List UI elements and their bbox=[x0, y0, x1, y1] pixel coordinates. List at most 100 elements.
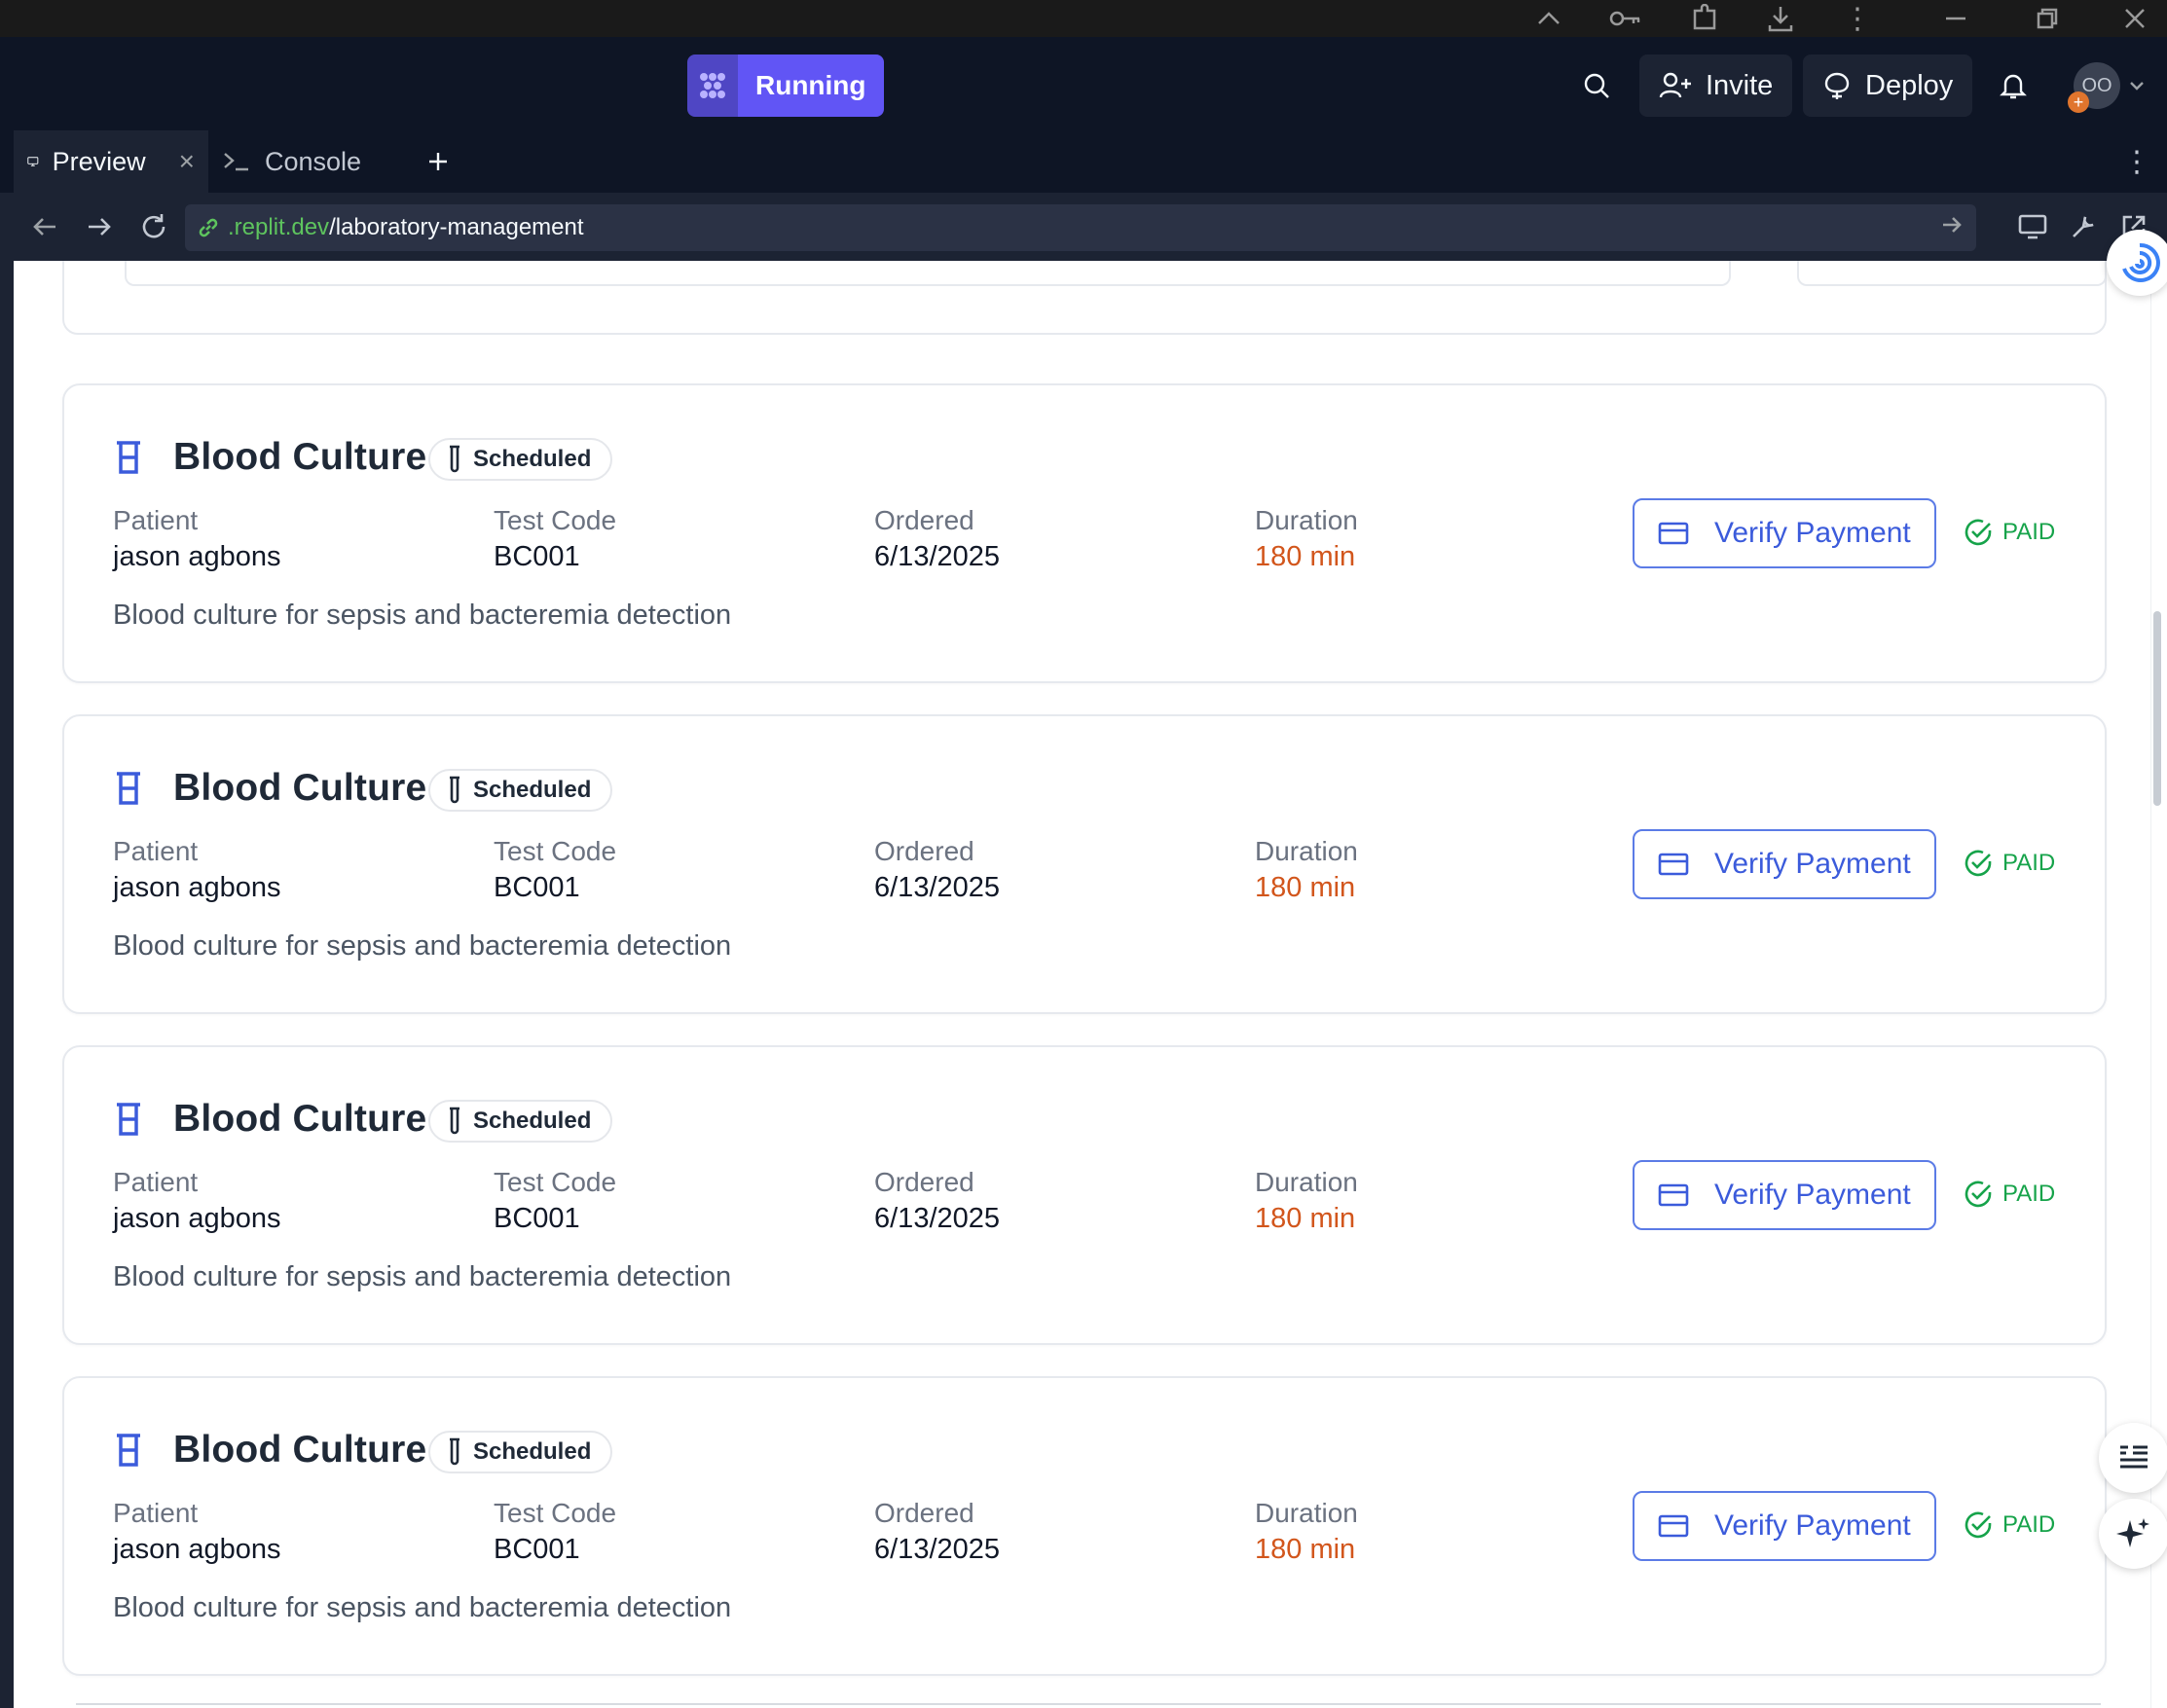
download-icon[interactable] bbox=[1764, 0, 1797, 37]
close-tab-icon[interactable]: × bbox=[179, 146, 195, 177]
duration-field: Duration 180 min bbox=[1255, 835, 1358, 907]
status-label: Scheduled bbox=[473, 777, 592, 803]
quote-list-icon[interactable] bbox=[2099, 1423, 2167, 1493]
previous-input bbox=[125, 261, 1731, 286]
more-vertical-icon[interactable]: ⋮ bbox=[1843, 0, 1872, 37]
test-code-value: BC001 bbox=[494, 872, 580, 903]
status-badge: Scheduled bbox=[428, 1431, 613, 1473]
search-icon[interactable] bbox=[1569, 55, 1624, 117]
duration-value: 180 min bbox=[1255, 541, 1356, 572]
ordered-label: Ordered bbox=[874, 836, 974, 866]
test-tube-icon bbox=[450, 776, 459, 804]
tab-preview[interactable]: Preview × bbox=[14, 130, 208, 193]
patient-value: jason agbons bbox=[113, 541, 281, 572]
next-card-edge bbox=[76, 1703, 2101, 1705]
chevron-down-icon[interactable] bbox=[2122, 55, 2151, 117]
verify-payment-button[interactable]: Verify Payment bbox=[1633, 829, 1936, 899]
go-arrow-icon[interactable] bbox=[1941, 214, 1963, 236]
previous-select bbox=[1797, 261, 2107, 286]
page-scrollbar[interactable] bbox=[2150, 261, 2167, 1708]
duration-label: Duration bbox=[1255, 1167, 1358, 1197]
ordered-field: Ordered 6/13/2025 bbox=[874, 504, 1000, 576]
assistant-swirl-icon[interactable] bbox=[2107, 230, 2167, 296]
test-tube-icon bbox=[450, 445, 459, 473]
verify-payment-button[interactable]: Verify Payment bbox=[1633, 1160, 1936, 1230]
sparkle-icon[interactable] bbox=[2099, 1499, 2167, 1569]
credit-card-icon bbox=[1658, 1514, 1689, 1538]
tab-console-label: Console bbox=[265, 146, 362, 176]
duration-field: Duration 180 min bbox=[1255, 1497, 1358, 1569]
test-code-field: Test Code BC001 bbox=[494, 835, 616, 907]
check-circle-icon bbox=[1965, 1181, 1992, 1208]
workspace-header: Running Invite Deploy OO + bbox=[0, 37, 2167, 130]
ordered-field: Ordered 6/13/2025 bbox=[874, 835, 1000, 907]
restore-icon[interactable] bbox=[2033, 0, 2062, 37]
test-code-label: Test Code bbox=[494, 836, 617, 866]
test-description: Blood culture for sepsis and bacteremia … bbox=[113, 600, 732, 631]
test-tube-icon bbox=[450, 1437, 459, 1466]
devices-icon[interactable] bbox=[2011, 205, 2054, 248]
close-window-icon[interactable] bbox=[2120, 0, 2149, 37]
ordered-label: Ordered bbox=[874, 1167, 974, 1197]
patient-label: Patient bbox=[113, 1167, 199, 1197]
status-label: Scheduled bbox=[473, 446, 592, 472]
patient-value: jason agbons bbox=[113, 872, 281, 903]
patient-label: Patient bbox=[113, 505, 199, 535]
tab-console[interactable]: Console bbox=[208, 130, 403, 193]
test-name: Blood Culture bbox=[173, 1098, 427, 1140]
run-status-label: Running bbox=[738, 55, 884, 117]
paid-label: PAID bbox=[2002, 850, 2056, 876]
key-icon[interactable] bbox=[1608, 0, 1643, 37]
scrollbar-thumb[interactable] bbox=[2153, 611, 2161, 806]
patient-field: Patient jason agbons bbox=[113, 1497, 281, 1569]
previous-card bbox=[62, 261, 2107, 335]
ordered-label: Ordered bbox=[874, 505, 974, 535]
duration-label: Duration bbox=[1255, 836, 1358, 866]
extensions-icon[interactable] bbox=[1688, 0, 1721, 37]
verify-payment-label: Verify Payment bbox=[1714, 1179, 1911, 1211]
paid-status: PAID bbox=[1964, 518, 2055, 547]
test-description: Blood culture for sepsis and bacteremia … bbox=[113, 1592, 732, 1623]
wrench-icon[interactable] bbox=[2062, 205, 2105, 248]
verify-payment-label: Verify Payment bbox=[1714, 517, 1911, 549]
back-icon[interactable] bbox=[23, 205, 66, 248]
test-card: Blood Culture Scheduled Patient jason ag… bbox=[62, 1045, 2107, 1345]
invite-button[interactable]: Invite bbox=[1639, 55, 1793, 117]
patient-field: Patient jason agbons bbox=[113, 1166, 281, 1238]
verify-payment-label: Verify Payment bbox=[1714, 1509, 1911, 1542]
window-titlebar: ⋮ bbox=[0, 0, 2167, 37]
status-badge: Scheduled bbox=[428, 438, 613, 481]
duration-field: Duration 180 min bbox=[1255, 1166, 1358, 1238]
plus-badge-icon: + bbox=[2068, 91, 2089, 113]
pane-more-icon[interactable]: ⋮ bbox=[2122, 130, 2151, 193]
ordered-value: 6/13/2025 bbox=[874, 1534, 1001, 1565]
run-button[interactable]: Running bbox=[687, 55, 884, 117]
test-code-label: Test Code bbox=[494, 505, 617, 535]
deploy-label: Deploy bbox=[1865, 69, 1954, 101]
user-plus-icon bbox=[1659, 72, 1691, 98]
test-code-field: Test Code BC001 bbox=[494, 504, 616, 576]
test-name: Blood Culture bbox=[173, 436, 427, 478]
new-tab-button[interactable] bbox=[417, 130, 459, 193]
credit-card-icon bbox=[1658, 1183, 1689, 1207]
test-name: Blood Culture bbox=[173, 767, 427, 809]
verify-payment-button[interactable]: Verify Payment bbox=[1633, 1491, 1936, 1561]
test-card: Blood Culture Scheduled Patient jason ag… bbox=[62, 1376, 2107, 1676]
patient-label: Patient bbox=[113, 1498, 199, 1528]
deploy-button[interactable]: Deploy bbox=[1803, 55, 1973, 117]
ordered-value: 6/13/2025 bbox=[874, 872, 1001, 903]
bell-icon[interactable] bbox=[1986, 55, 2040, 117]
beaker-icon bbox=[117, 772, 140, 805]
credit-card-icon bbox=[1658, 853, 1689, 876]
test-card: Blood Culture Scheduled Patient jason ag… bbox=[62, 714, 2107, 1014]
status-label: Scheduled bbox=[473, 1108, 592, 1134]
address-bar[interactable]: .replit.dev /laboratory-management bbox=[185, 204, 1976, 251]
verify-payment-button[interactable]: Verify Payment bbox=[1633, 498, 1936, 568]
minimize-icon[interactable] bbox=[1941, 0, 1970, 37]
forward-icon[interactable] bbox=[78, 205, 121, 248]
chevron-up-icon[interactable] bbox=[1532, 0, 1565, 37]
patient-label: Patient bbox=[113, 836, 199, 866]
reload-icon[interactable] bbox=[132, 205, 175, 248]
test-code-field: Test Code BC001 bbox=[494, 1497, 616, 1569]
test-code-field: Test Code BC001 bbox=[494, 1166, 616, 1238]
